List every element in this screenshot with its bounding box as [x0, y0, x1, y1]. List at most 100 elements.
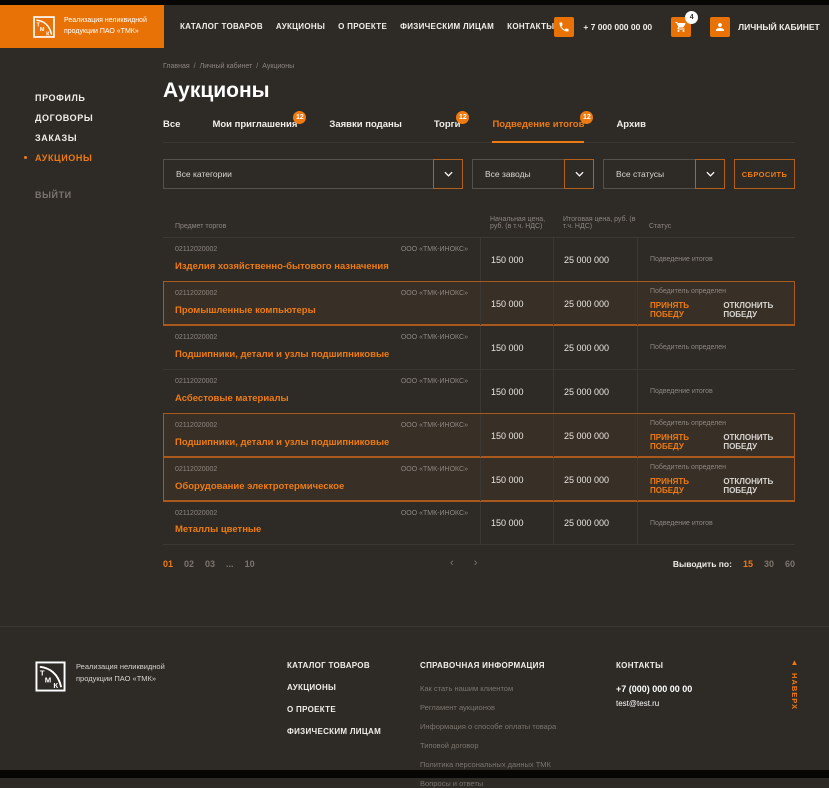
- footer-info-link[interactable]: Информация о способе оплаты товара: [420, 722, 616, 731]
- lot-subject-cell: 02112020002 ООО «ТМК-ИНОКС» Металлы цветны…: [163, 502, 480, 544]
- chevron-down-icon: [564, 159, 594, 189]
- tab[interactable]: Архив: [616, 119, 646, 142]
- start-price: 150 000: [480, 414, 553, 457]
- final-price: 25 000 000: [553, 502, 637, 544]
- svg-text:М: М: [45, 675, 51, 684]
- footer-nav-link[interactable]: АУКЦИОНЫ: [287, 683, 420, 692]
- lot-title[interactable]: Металлы цветные: [175, 524, 468, 535]
- lot-subject-cell: 02112020002 ООО «ТМК-ИНОКС» Промышленные к…: [163, 282, 480, 325]
- table-row[interactable]: 02112020002 ООО «ТМК-ИНОКС» Подшипники, де…: [163, 413, 795, 457]
- page-size-option[interactable]: 60: [785, 559, 795, 569]
- breadcrumb-item[interactable]: Главная: [163, 63, 190, 70]
- table-row[interactable]: 02112020002 ООО «ТМК-ИНОКС» Асбестовые мат…: [163, 369, 795, 413]
- header-right: + 7 000 000 00 00 4 ЛИЧНЫЙ КАБИНЕТ: [554, 5, 829, 48]
- table-row[interactable]: 02112020002 ООО «ТМК-ИНОКС» Изделия хозяйс…: [163, 237, 795, 281]
- footer-info-link[interactable]: Политика персональных данных ТМК: [420, 760, 616, 769]
- footer-email[interactable]: test@test.ru: [616, 699, 692, 708]
- plant-select[interactable]: Все заводы: [472, 159, 594, 189]
- nav-link[interactable]: КАТАЛОГ ТОВАРОВ: [180, 22, 263, 31]
- footer: Т М К Реализация неликвидной продукции П…: [0, 626, 829, 788]
- table-row[interactable]: 02112020002 ООО «ТМК-ИНОКС» Подшипники, де…: [163, 325, 795, 369]
- lot-title[interactable]: Оборудование электротермическое: [175, 481, 468, 492]
- accept-win-button[interactable]: ПРИНЯТЬ ПОБЕДУ: [650, 433, 707, 451]
- lot-title[interactable]: Асбестовые материалы: [175, 393, 468, 404]
- sidebar: ПРОФИЛЬ ДОГОВОРЫ ЗАКАЗЫ АУКЦИОНЫ ВЫЙТИ: [0, 48, 163, 569]
- accept-win-button[interactable]: ПРИНЯТЬ ПОБЕДУ: [650, 477, 707, 495]
- cart-button[interactable]: 4: [671, 10, 699, 37]
- logout-button[interactable]: ВЫЙТИ: [35, 190, 163, 200]
- account-label: ЛИЧНЫЙ КАБИНЕТ: [738, 21, 820, 32]
- page-size-option[interactable]: 15: [743, 559, 753, 569]
- nav-link[interactable]: АУКЦИОНЫ: [276, 22, 325, 31]
- nav-link[interactable]: КОНТАКТЫ: [507, 22, 554, 31]
- footer-nav-link[interactable]: ФИЗИЧЕСКИМ ЛИЦАМ: [287, 727, 420, 736]
- main-content: Главная / Личный кабинет / Аукционы Аукционы…: [163, 48, 795, 569]
- brand-logo[interactable]: Т М К Реализация неликвидной продукции П…: [0, 5, 164, 48]
- page-size-option[interactable]: 30: [764, 559, 774, 569]
- tab[interactable]: Подведение итогов 12: [492, 111, 594, 143]
- tab[interactable]: Торги 12: [434, 111, 470, 142]
- nav-link[interactable]: ФИЗИЧЕСКИМ ЛИЦАМ: [400, 22, 494, 31]
- lot-title[interactable]: Промышленные компьютеры: [175, 305, 468, 316]
- page-number[interactable]: 02: [184, 559, 194, 569]
- page-number[interactable]: 03: [205, 559, 215, 569]
- page-number[interactable]: 10: [245, 559, 255, 569]
- lot-company: ООО «ТМК-ИНОКС»: [400, 466, 468, 473]
- footer-info-link[interactable]: Регламент аукционов: [420, 703, 616, 712]
- tabs: Все Мои приглашения 12 Заявки поданы Торги 12…: [163, 111, 795, 143]
- account-button[interactable]: ЛИЧНЫЙ КАБИНЕТ: [710, 16, 820, 37]
- sidebar-item[interactable]: ЗАКАЗЫ: [35, 133, 163, 143]
- lot-subject-cell: 02112020002 ООО «ТМК-ИНОКС» Подшипники, де…: [163, 326, 480, 369]
- footer-info-link[interactable]: Как стать нашим клиентом: [420, 684, 616, 693]
- footer-info: СПРАВОЧНАЯ ИНФОРМАЦИЯ Как стать нашим кл…: [420, 661, 616, 788]
- footer-contacts: КОНТАКТЫ +7 (000) 000 00 00 test@test.ru: [616, 661, 692, 788]
- category-select[interactable]: Все категории: [163, 159, 463, 189]
- lot-title[interactable]: Изделия хозяйственно-бытового назначения: [175, 261, 468, 272]
- sidebar-item[interactable]: ДОГОВОРЫ: [35, 113, 163, 123]
- footer-phone[interactable]: +7 (000) 000 00 00: [616, 684, 692, 694]
- decline-win-button[interactable]: ОТКЛОНИТЬ ПОБЕДУ: [723, 301, 789, 319]
- final-price: 25 000 000: [553, 414, 637, 457]
- row-actions: ПРИНЯТЬ ПОБЕДУ ОТКЛОНИТЬ ПОБЕДУ: [650, 301, 789, 319]
- lot-id: 02112020002: [175, 466, 218, 473]
- tmk-logo-icon: Т М К: [33, 15, 55, 38]
- lot-title[interactable]: Подшипники, детали и узлы подшипниковые: [175, 437, 468, 448]
- status-cell: Подведение итогов: [637, 238, 795, 281]
- tab[interactable]: Мои приглашения 12: [212, 111, 307, 142]
- bottom-strip: [0, 770, 829, 778]
- footer-info-title: СПРАВОЧНАЯ ИНФОРМАЦИЯ: [420, 661, 545, 670]
- page-size-options: 15 30 60: [743, 559, 795, 569]
- footer-brand-tagline: Реализация неликвидной продукции ПАО «ТМ…: [76, 662, 165, 683]
- sidebar-item[interactable]: ПРОФИЛЬ: [35, 93, 163, 103]
- nav-link[interactable]: О ПРОЕКТЕ: [338, 22, 387, 31]
- reset-filters-button[interactable]: СБРОСИТЬ: [734, 159, 795, 189]
- sidebar-item[interactable]: АУКЦИОНЫ: [24, 153, 163, 163]
- status-select-value: Все статусы: [616, 169, 665, 179]
- lot-title[interactable]: Подшипники, детали и узлы подшипниковые: [175, 349, 468, 360]
- table-row[interactable]: 02112020002 ООО «ТМК-ИНОКС» Оборудование э…: [163, 457, 795, 501]
- accept-win-button[interactable]: ПРИНЯТЬ ПОБЕДУ: [650, 301, 707, 319]
- lot-company: ООО «ТМК-ИНОКС»: [400, 378, 468, 385]
- status-select[interactable]: Все статусы: [603, 159, 725, 189]
- breadcrumb-separator: /: [193, 63, 196, 70]
- tab-label: Все: [163, 119, 181, 130]
- phone-icon[interactable]: [554, 16, 575, 37]
- footer-nav-link[interactable]: О ПРОЕКТЕ: [287, 705, 420, 714]
- next-page-arrow[interactable]: ›: [474, 558, 478, 569]
- page-number[interactable]: 01: [163, 559, 173, 569]
- page-title: Аукционы: [163, 79, 270, 102]
- prev-page-arrow[interactable]: ‹: [450, 558, 454, 569]
- decline-win-button[interactable]: ОТКЛОНИТЬ ПОБЕДУ: [723, 477, 789, 495]
- table-row[interactable]: 02112020002 ООО «ТМК-ИНОКС» Промышленные к…: [163, 281, 795, 325]
- phone-number[interactable]: + 7 000 000 00 00: [583, 22, 652, 32]
- footer-info-link[interactable]: Типовой договор: [420, 741, 616, 750]
- status-cell: Победитель определен ПРИНЯТЬ ПОБЕДУ ОТКЛОН…: [637, 458, 795, 501]
- table-row[interactable]: 02112020002 ООО «ТМК-ИНОКС» Металлы цветны…: [163, 501, 795, 545]
- decline-win-button[interactable]: ОТКЛОНИТЬ ПОБЕДУ: [723, 433, 789, 451]
- footer-info-link[interactable]: Вопросы и ответы: [420, 779, 616, 788]
- back-to-top-button[interactable]: ▲ НАВЕРХ: [790, 659, 799, 710]
- footer-nav-link[interactable]: КАТАЛОГ ТОВАРОВ: [287, 661, 420, 670]
- breadcrumb-item[interactable]: Личный кабинет: [200, 63, 253, 70]
- tab[interactable]: Заявки поданы: [329, 119, 401, 142]
- tab[interactable]: Все: [163, 119, 180, 142]
